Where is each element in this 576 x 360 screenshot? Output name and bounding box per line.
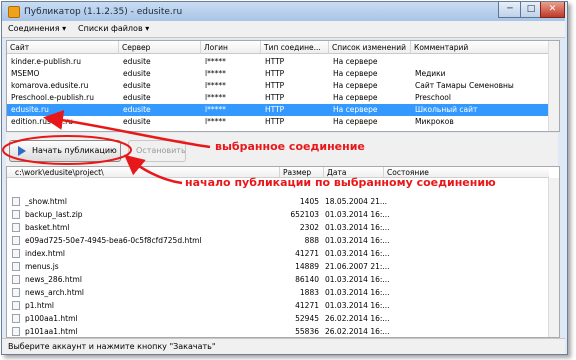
arrow-start-publication xyxy=(124,154,183,185)
arrow-selected-connection xyxy=(43,110,211,149)
annotation-selected-connection: выбранное соединение xyxy=(215,140,365,153)
annotation-start-publication: начало публикации по выбранному соединен… xyxy=(185,176,496,189)
start-button-highlight xyxy=(2,135,132,165)
